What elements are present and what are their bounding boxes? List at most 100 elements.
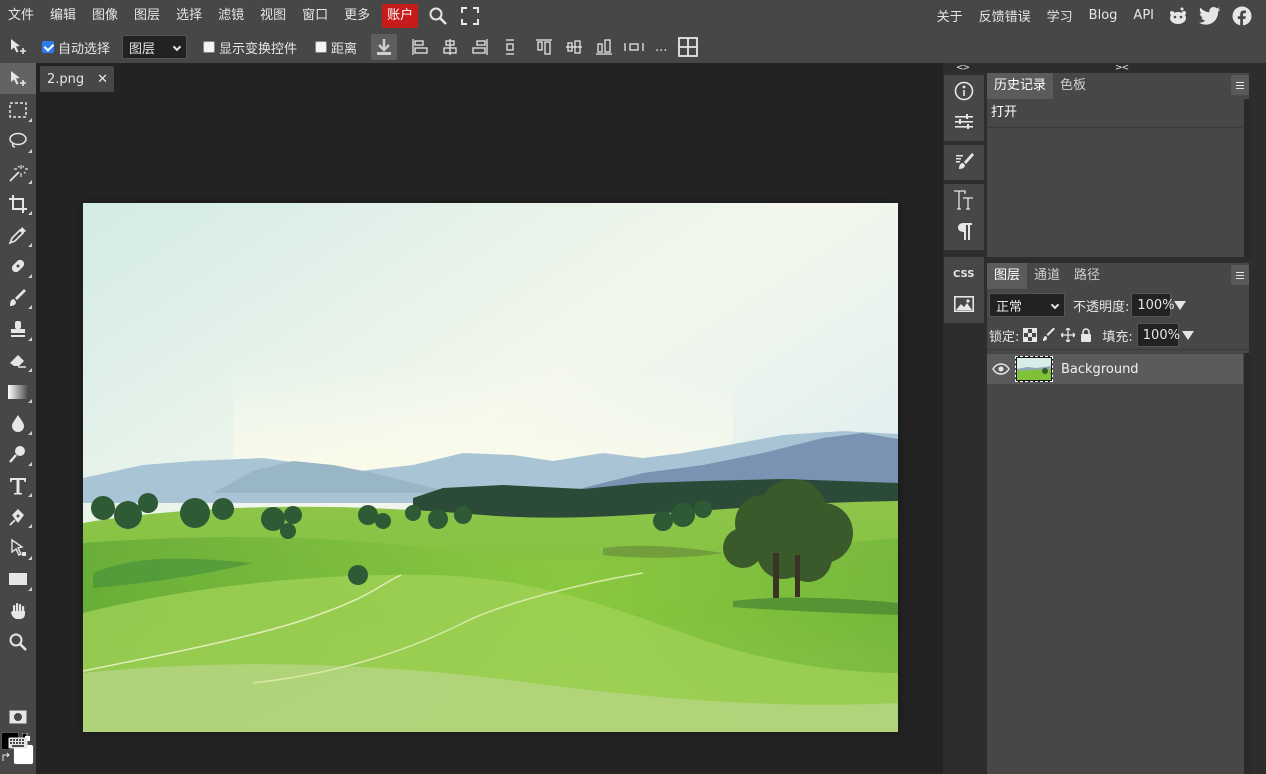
gradient-tool[interactable] [0,376,36,407]
submenu-icon [28,211,32,216]
show-transform-checkbox[interactable]: 显示变换控件 [203,31,297,63]
target-select[interactable]: 图层 [122,35,188,59]
menu-account[interactable]: 账户 [382,3,419,28]
layers-panel-menu-icon[interactable] [1231,265,1249,285]
menu-layer[interactable]: 图层 [126,0,168,31]
align-middle-icon[interactable] [559,31,589,63]
lock-all-icon[interactable] [1080,328,1092,342]
search-icon[interactable] [422,0,454,31]
menu-about[interactable]: 关于 [929,6,971,25]
submenu-icon [28,242,32,247]
menu-learn[interactable]: 学习 [1039,6,1081,25]
collapse-panel-icon[interactable]: <> [956,63,970,73]
expand-panel-icon[interactable]: >< [1115,63,1129,73]
distance-check-icon[interactable] [315,41,328,53]
fill-input[interactable]: 100% [1136,323,1180,347]
character-icon[interactable] [944,184,984,215]
layers-scrollbar[interactable] [1244,353,1251,774]
tab-layers[interactable]: 图层 [987,263,1028,289]
adjustments-icon[interactable] [944,106,984,137]
blend-mode-select[interactable]: 正常 [989,293,1065,317]
menu-edit[interactable]: 编辑 [42,0,84,31]
lasso-tool[interactable] [0,126,36,157]
layer-row[interactable]: Background [987,354,1243,384]
layer-thumbnail[interactable] [1015,356,1053,382]
image-icon[interactable] [944,288,984,319]
grid-icon[interactable] [673,31,703,63]
history-panel-menu-icon[interactable] [1231,75,1249,95]
dodge-tool[interactable] [0,439,36,470]
align-top-icon[interactable] [529,31,559,63]
fullscreen-icon[interactable] [454,0,486,31]
menu-api[interactable]: API [1125,8,1162,23]
layer-name[interactable]: Background [1061,362,1139,377]
history-item[interactable]: 打开 [987,100,1243,126]
menu-window[interactable]: 窗口 [294,0,336,31]
info-icon[interactable] [944,75,984,106]
blend-mode-value: 正常 [996,299,1023,315]
menu-blog[interactable]: Blog [1081,8,1126,23]
align-right-icon[interactable] [465,31,495,63]
fill-dropdown-icon[interactable] [1181,330,1194,340]
crop-tool[interactable] [0,188,36,219]
document-tab[interactable]: 2.png ✕ [40,66,114,92]
align-bottom-icon[interactable] [589,31,619,63]
zoom-tool[interactable] [0,626,36,657]
menu-filter[interactable]: 滤镜 [210,0,252,31]
tab-swatches[interactable]: 色板 [1053,73,1093,99]
history-list-area [987,127,1243,253]
marquee-tool[interactable] [0,94,36,125]
shape-tool[interactable] [0,564,36,595]
menu-file[interactable]: 文件 [0,0,42,31]
magic-wand-tool[interactable] [0,157,36,188]
distance-checkbox[interactable]: 距离 [315,31,357,63]
twitter-icon[interactable] [1194,0,1226,31]
tab-history[interactable]: 历史记录 [987,73,1054,99]
auto-select-check-icon[interactable] [42,41,54,53]
css-image-group: CSS [944,257,984,323]
clone-stamp-tool[interactable] [0,313,36,344]
opacity-label: 不透明度: [1073,299,1130,315]
text-tool[interactable] [0,470,36,501]
eraser-tool[interactable] [0,345,36,376]
submenu-icon [28,524,32,529]
lock-pixels-icon[interactable] [1042,328,1056,342]
close-icon[interactable]: ✕ [97,72,108,87]
pen-tool[interactable] [0,501,36,532]
blur-tool[interactable] [0,407,36,438]
healing-brush-tool[interactable] [0,251,36,282]
eyedropper-tool[interactable] [0,219,36,250]
download-icon[interactable] [371,34,398,60]
hand-tool[interactable] [0,595,36,626]
canvas-image[interactable] [83,203,898,732]
menu-view[interactable]: 视图 [252,0,294,31]
menu-select[interactable]: 选择 [168,0,210,31]
tab-paths[interactable]: 路径 [1067,263,1107,289]
facebook-icon[interactable] [1226,0,1258,31]
tab-channels[interactable]: 通道 [1027,263,1067,289]
menu-more[interactable]: 更多 [336,0,378,31]
distribute-v-icon[interactable] [619,31,649,63]
keyboard-icon[interactable] [0,727,36,758]
lock-position-icon[interactable] [1061,328,1076,342]
align-left-icon[interactable] [405,31,435,63]
brush-settings-icon[interactable] [944,145,984,176]
reddit-icon[interactable] [1162,0,1194,31]
menu-image[interactable]: 图像 [84,0,126,31]
distribute-h-icon[interactable] [495,31,525,63]
opacity-dropdown-icon[interactable] [1174,300,1187,310]
more-options-button[interactable]: ... [655,40,673,55]
move-tool[interactable] [0,63,36,95]
history-scrollbar[interactable] [1244,99,1251,257]
opacity-input[interactable]: 100% [1131,293,1175,317]
brush-tool[interactable] [0,282,36,313]
paragraph-icon[interactable] [944,215,984,246]
menu-report-bug[interactable]: 反馈错误 [971,6,1039,25]
align-center-h-icon[interactable] [435,31,465,63]
path-select-tool[interactable] [0,532,36,563]
css-icon[interactable]: CSS [944,257,984,288]
show-transform-check-icon[interactable] [203,41,216,53]
auto-select-checkbox[interactable]: 自动选择 [42,31,110,63]
lock-transparency-icon[interactable] [1023,328,1038,342]
eye-icon[interactable] [987,363,1015,375]
